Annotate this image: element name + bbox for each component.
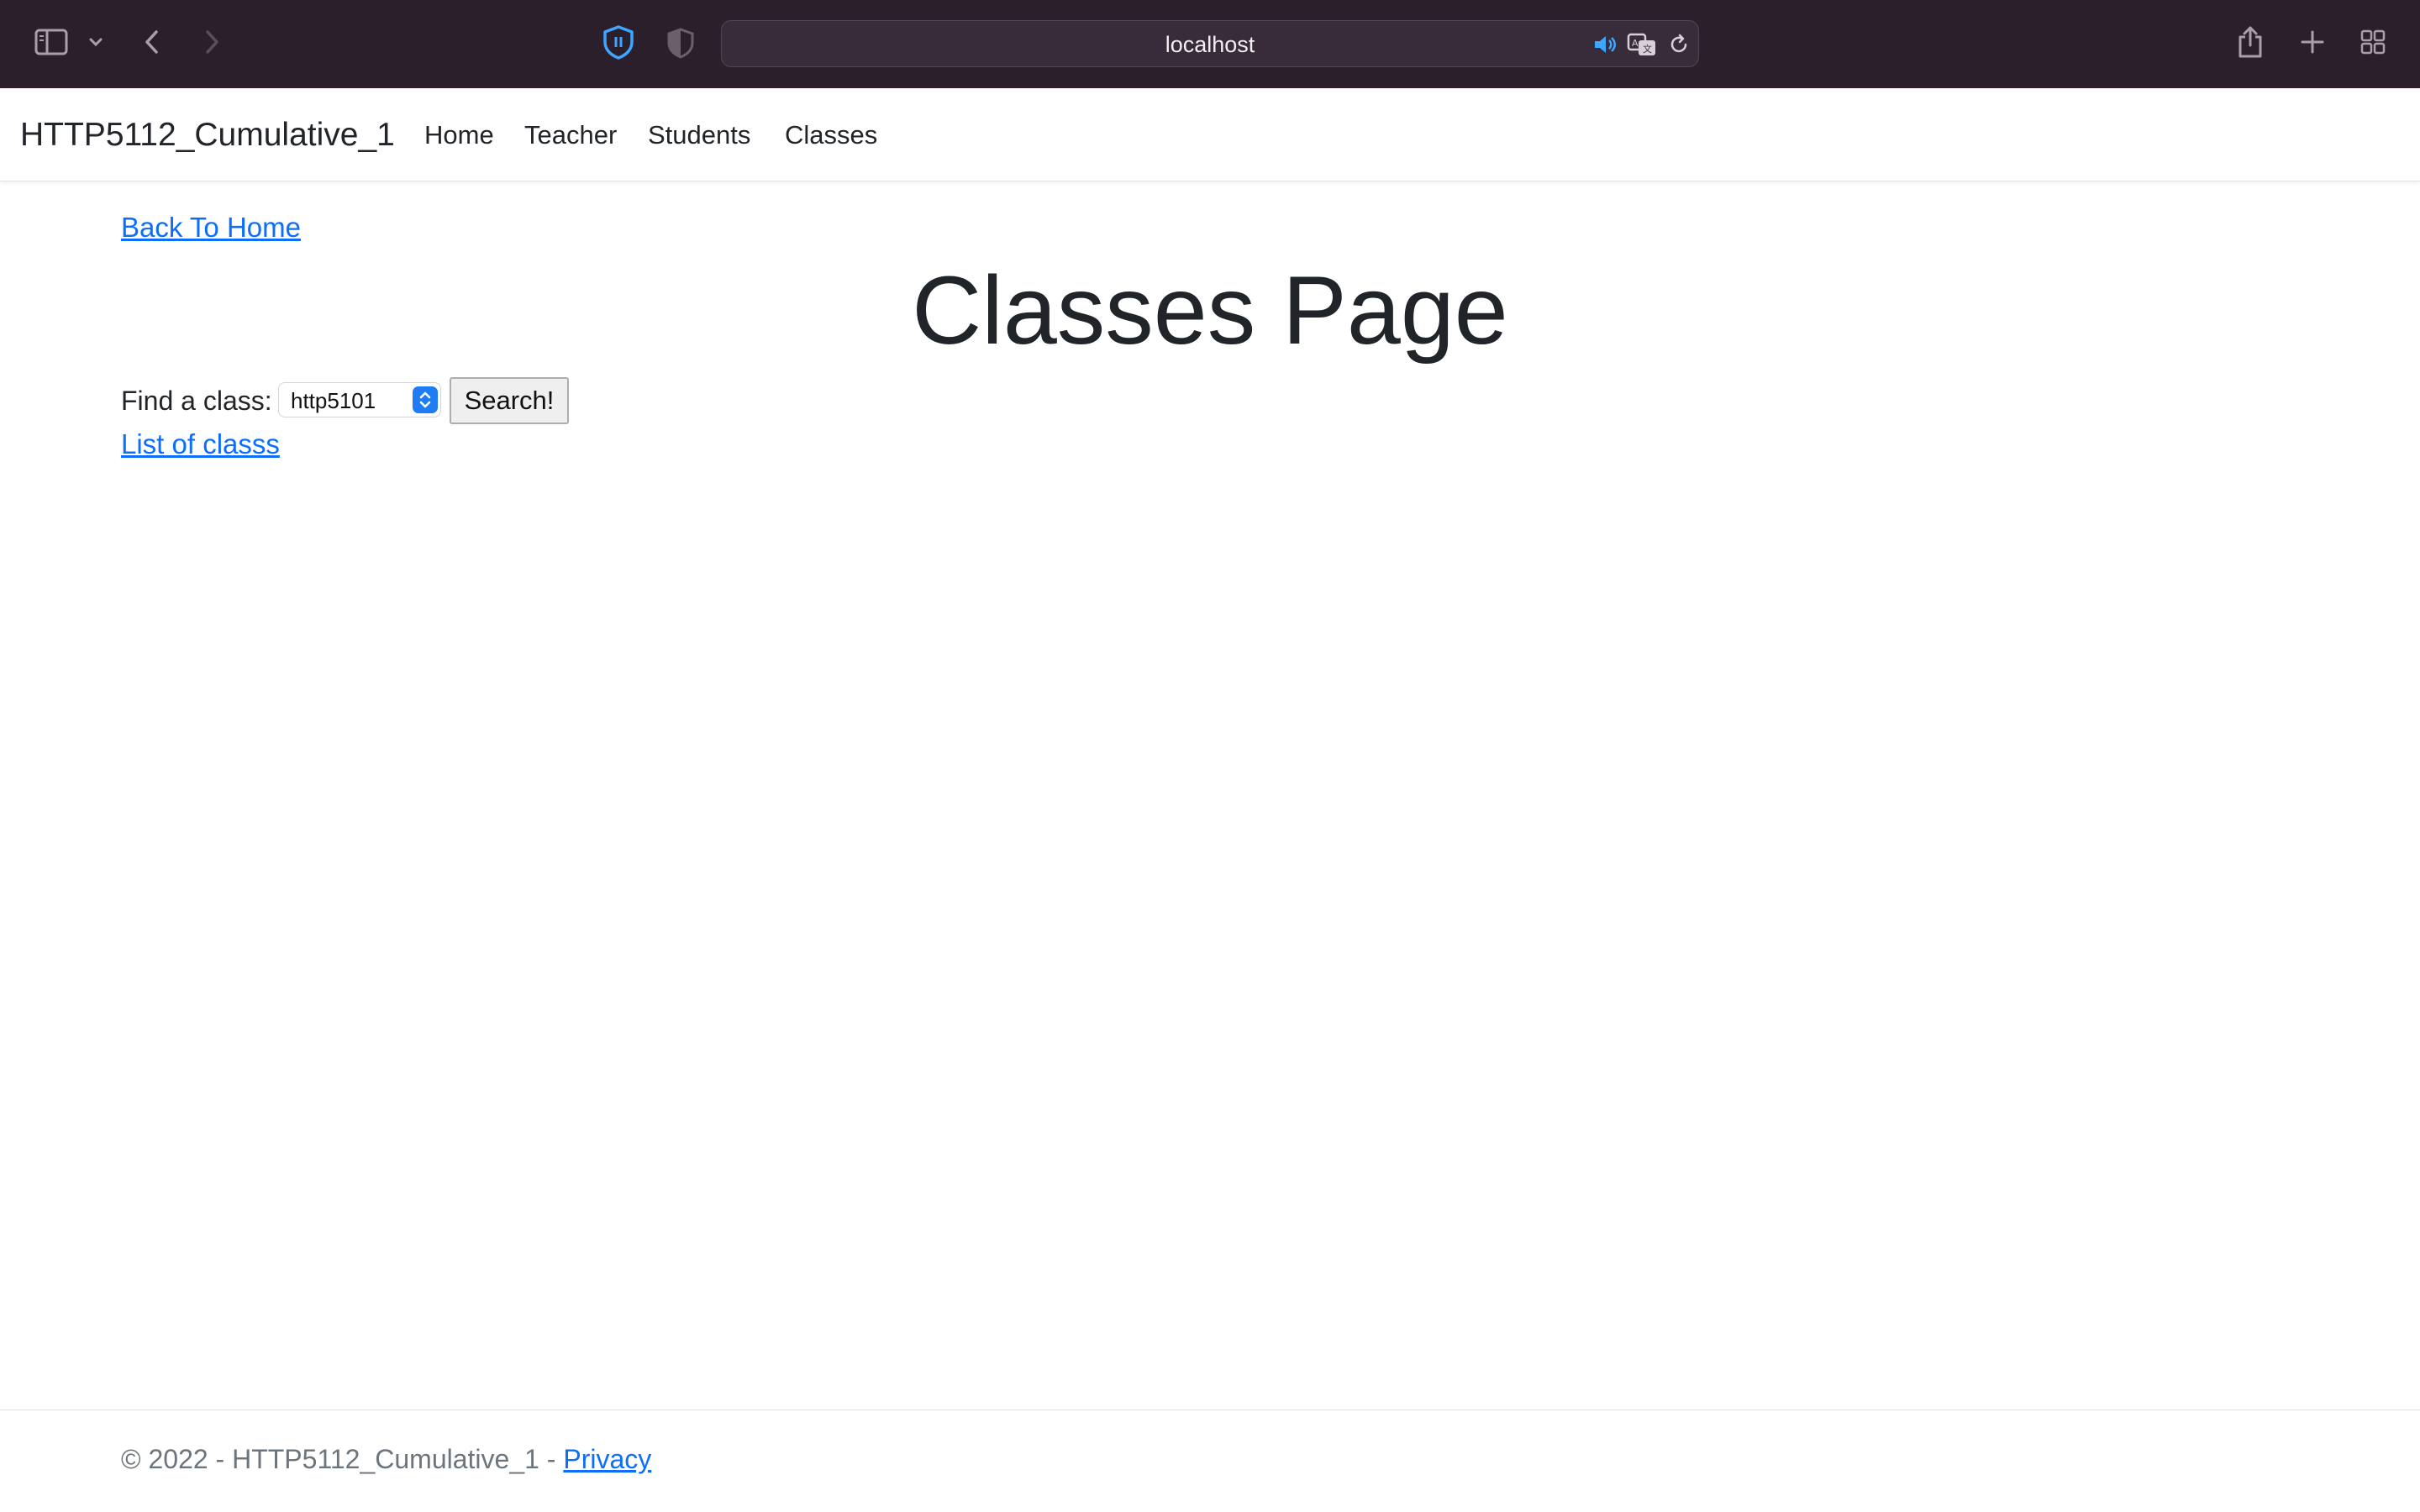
nav-link-teacher[interactable]: Teacher: [524, 88, 617, 181]
half-shield-icon[interactable]: [664, 25, 697, 60]
list-of-classes-link[interactable]: List of classs: [121, 428, 280, 460]
svg-text:A: A: [1632, 38, 1639, 49]
shield-privacy-icon[interactable]: [600, 24, 637, 60]
nav-link-home[interactable]: Home: [424, 88, 494, 181]
search-button[interactable]: Search!: [450, 377, 569, 424]
translate-icon[interactable]: A文: [1626, 31, 1660, 58]
url-text[interactable]: localhost: [722, 21, 1698, 68]
site-navbar: HTTP5112_Cumulative_1 Home Teacher Stude…: [0, 88, 2420, 181]
sidebar-icon[interactable]: [34, 27, 69, 57]
plus-icon[interactable]: [2297, 27, 2328, 57]
footer-text: © 2022 - HTTP5112_Cumulative_1 - Privacy: [121, 1444, 651, 1475]
back-to-home-link[interactable]: Back To Home: [121, 212, 301, 244]
share-icon[interactable]: [2235, 24, 2265, 60]
find-class-label: Find a class:: [121, 386, 272, 416]
navbar-brand[interactable]: HTTP5112_Cumulative_1: [20, 88, 395, 181]
svg-text:文: 文: [1643, 43, 1652, 55]
footer-copyright: © 2022 - HTTP5112_Cumulative_1 -: [121, 1444, 564, 1474]
forward-arrow-icon[interactable]: [199, 27, 224, 57]
class-select-value: http5101: [291, 388, 376, 413]
speaker-icon[interactable]: [1591, 32, 1619, 57]
class-select[interactable]: http5101: [278, 382, 441, 417]
footer: © 2022 - HTTP5112_Cumulative_1 - Privacy: [0, 1410, 2420, 1512]
privacy-link[interactable]: Privacy: [563, 1444, 651, 1474]
chevron-down-icon[interactable]: [87, 34, 105, 50]
nav-link-classes[interactable]: Classes: [785, 88, 877, 181]
back-arrow-icon[interactable]: [139, 27, 165, 57]
select-stepper-icon: [413, 386, 438, 413]
tabs-grid-icon[interactable]: [2358, 27, 2388, 57]
browser-toolbar: localhost A文: [0, 0, 2420, 88]
page-title: Classes Page: [912, 257, 1508, 365]
nav-link-students[interactable]: Students: [648, 88, 750, 181]
address-bar[interactable]: localhost A文: [721, 20, 1699, 67]
reload-icon[interactable]: [1666, 32, 1691, 57]
